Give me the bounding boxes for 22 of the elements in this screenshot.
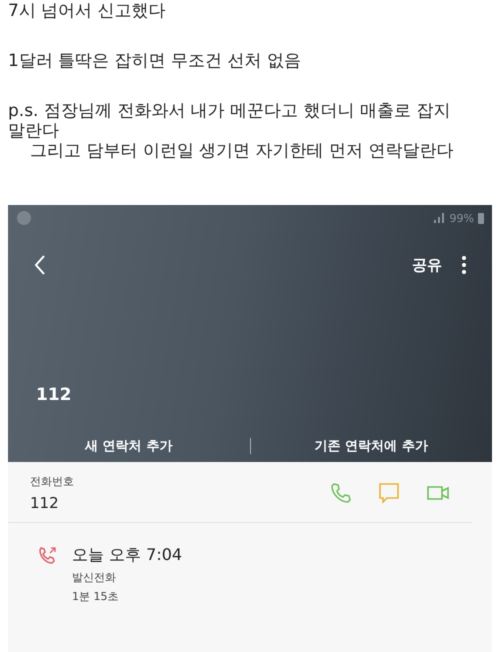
more-icon[interactable] [462, 256, 466, 274]
post-text: p.s. 점장님께 전화와서 내가 메꾼다고 했더니 매출로 잡지 말란다 [8, 101, 452, 141]
phone-number: 112 [30, 494, 60, 512]
share-button[interactable]: 공유 [412, 256, 442, 274]
call-icon[interactable] [330, 482, 352, 504]
battery-level: 99% [450, 212, 474, 224]
app-icon [16, 210, 32, 226]
add-contact-button[interactable]: 기존 연락처에 추가 [250, 433, 492, 459]
call-time: 오늘 오후 7:04 [72, 545, 182, 566]
battery-icon [478, 212, 484, 224]
call-duration: 1분 15초 [72, 589, 120, 604]
back-icon[interactable] [34, 255, 46, 275]
caller-number: 112 [36, 385, 72, 405]
call-type: 발신전화 [72, 570, 117, 585]
post-text: 1달러 틀딱은 잡히면 무조건 선처 없음 [8, 51, 302, 71]
signal-icon [434, 213, 446, 223]
add-contact-button[interactable]: 새 연락처 추가 [8, 433, 250, 459]
message-icon[interactable] [378, 482, 400, 504]
outgoing-call-icon [38, 545, 58, 565]
post-text: 그리고 담부터 이런일 생기면 자기한테 먼저 연락달란다 [29, 141, 454, 161]
post-text: 7시 넘어서 신고했다 [8, 1, 167, 21]
field-label: 전화번호 [30, 474, 74, 489]
